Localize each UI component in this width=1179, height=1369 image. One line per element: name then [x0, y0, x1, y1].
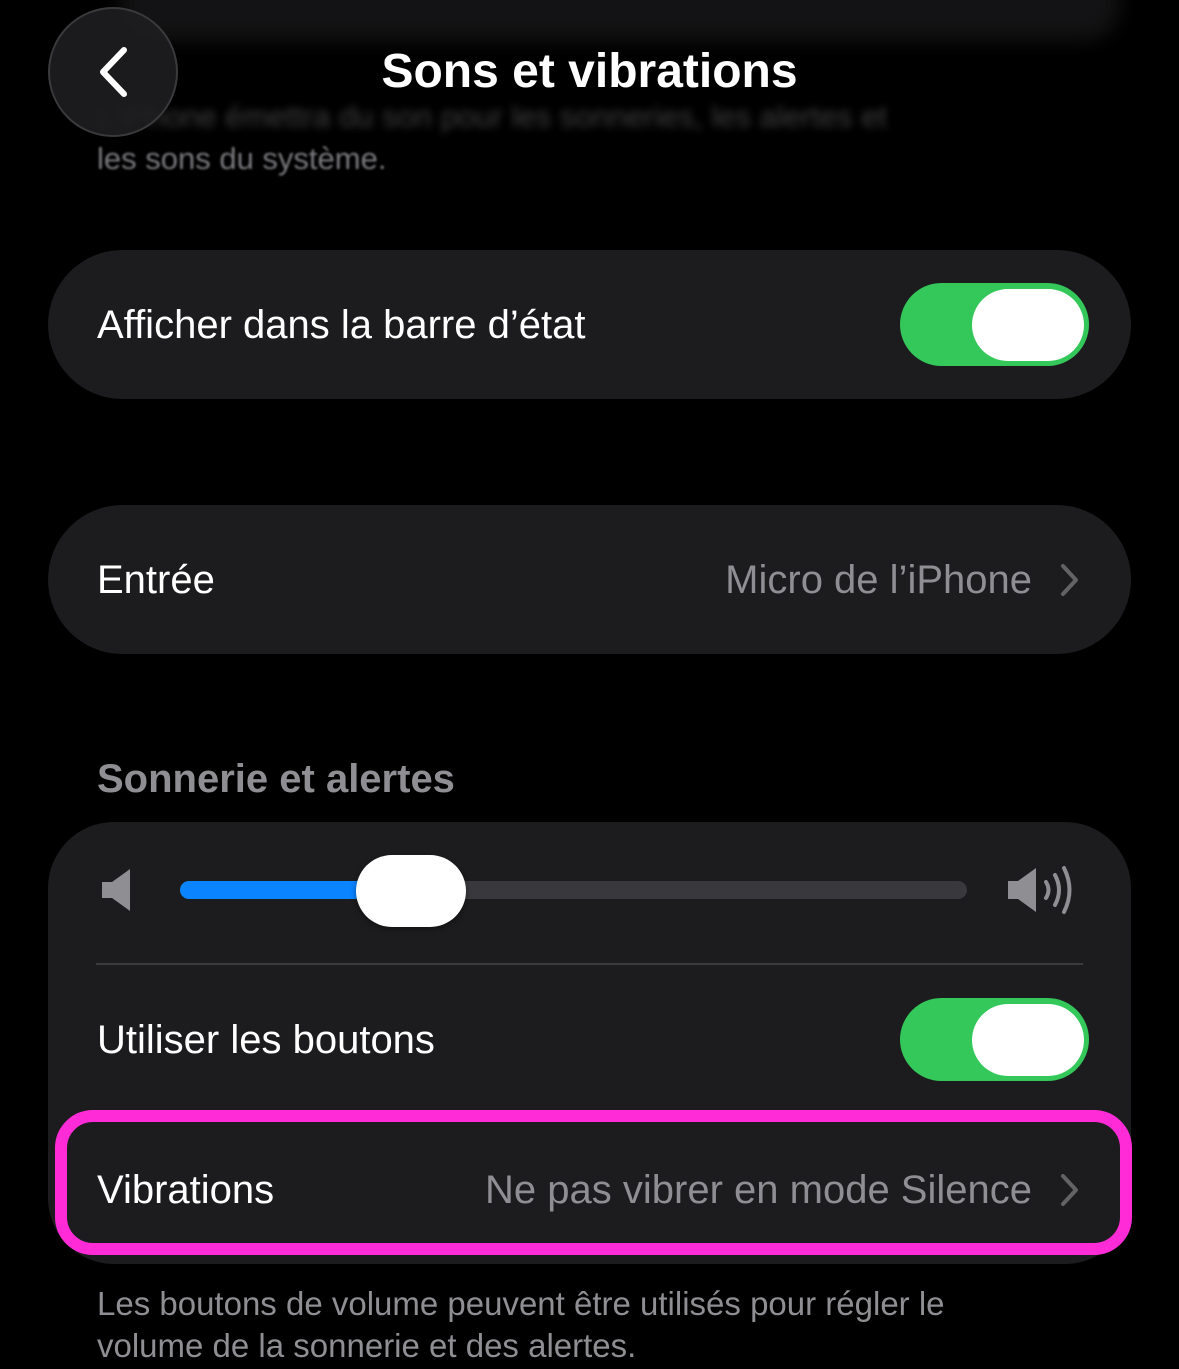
- status-bar-label: Afficher dans la barre d’état: [97, 303, 586, 347]
- volume-slider[interactable]: [180, 881, 967, 899]
- scrolled-row-ghost: [120, 0, 1120, 40]
- footer-line-2: volume de la sonnerie et des alertes.: [97, 1327, 637, 1364]
- volume-slider-thumb[interactable]: [356, 855, 466, 927]
- toggle-knob: [972, 289, 1084, 361]
- divider: [96, 963, 1083, 965]
- ringer-section-footer: Les boutons de volume peuvent être utili…: [97, 1283, 1097, 1367]
- footer-line-1: Les boutons de volume peuvent être utili…: [97, 1285, 945, 1322]
- highlight-annotation: [55, 1110, 1132, 1255]
- use-buttons-toggle[interactable]: [900, 998, 1089, 1081]
- input-row[interactable]: Entrée Micro de l’iPhone: [48, 505, 1131, 654]
- input-label: Entrée: [97, 558, 215, 602]
- toggle-knob: [972, 1004, 1084, 1076]
- speaker-high-icon: [1008, 866, 1072, 914]
- input-value: Micro de l’iPhone: [725, 558, 1032, 602]
- chevron-right-icon: [1061, 564, 1078, 596]
- volume-slider-fill: [180, 881, 385, 899]
- status-bar-toggle[interactable]: [900, 283, 1089, 366]
- previous-footer-line-2: les sons du système.: [97, 141, 387, 176]
- status-bar-card: Afficher dans la barre d’état: [48, 250, 1131, 399]
- use-buttons-label: Utiliser les boutons: [97, 1018, 435, 1062]
- section-header-ringer: Sonnerie et alertes: [97, 757, 455, 801]
- page-title: Sons et vibrations: [381, 45, 798, 98]
- speaker-low-icon: [102, 869, 130, 911]
- previous-section-footer: L'iPhone émettra du son pour les sonneri…: [97, 96, 1087, 180]
